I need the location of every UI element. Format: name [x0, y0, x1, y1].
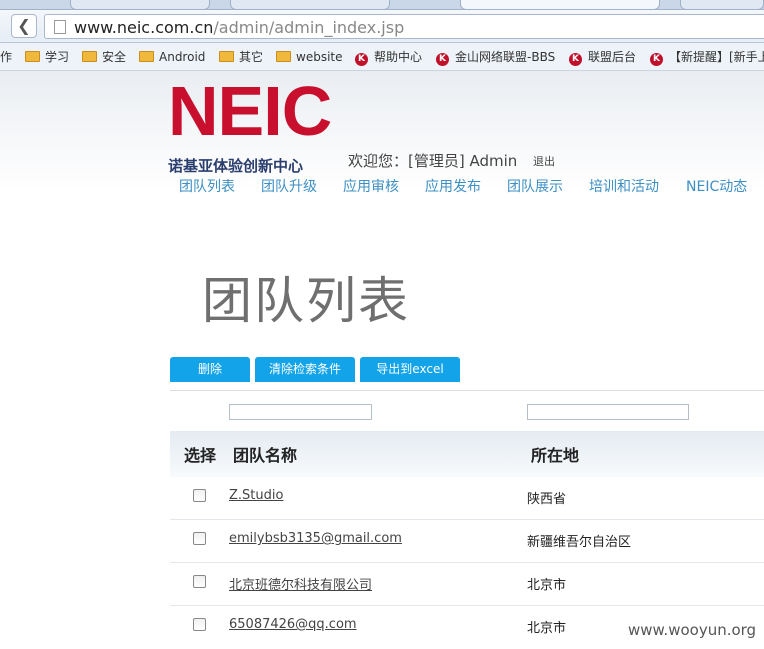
team-name-link[interactable]: Z.Studio	[229, 488, 283, 503]
bookmark-help-center[interactable]: K 帮助中心	[355, 49, 422, 66]
team-name-link[interactable]: 北京班德尔科技有限公司	[229, 574, 372, 593]
k-site-icon: K	[355, 53, 368, 66]
browser-tab[interactable]	[680, 0, 764, 10]
logout-link[interactable]: 退出	[533, 153, 555, 169]
team-location: 北京市	[527, 621, 567, 636]
browser-tab[interactable]	[70, 0, 210, 10]
export-excel-button[interactable]: 导出到excel	[360, 357, 460, 382]
k-site-icon: K	[436, 53, 449, 66]
nav-app-review[interactable]: 应用审核	[343, 176, 399, 196]
row-checkbox[interactable]	[193, 489, 206, 502]
column-header-location[interactable]: 所在地	[531, 442, 579, 466]
bookmark-folder-security[interactable]: 安全	[82, 49, 126, 65]
logo-subtitle: 诺基亚体验创新中心	[168, 157, 304, 175]
bookmark-folder-other[interactable]: 其它	[219, 49, 263, 65]
page-content: NEIC 诺基亚体验创新中心 欢迎您：[管理员] Admin 退出 团队列表 团…	[0, 71, 764, 639]
neic-logo[interactable]: NEIC 诺基亚体验创新中心	[168, 76, 332, 175]
folder-icon	[82, 51, 97, 62]
folder-icon	[139, 51, 154, 62]
k-site-icon: K	[650, 53, 663, 66]
team-name-link[interactable]: emilybsb3135@gmail.com	[229, 531, 402, 546]
table-row: emilybsb3135@gmail.com 新疆维吾尔自治区	[170, 520, 764, 563]
divider	[170, 390, 764, 391]
browser-tab[interactable]	[230, 0, 390, 10]
folder-icon	[25, 51, 40, 62]
row-checkbox[interactable]	[193, 532, 206, 545]
row-checkbox[interactable]	[193, 575, 206, 588]
welcome-text: 欢迎您：[管理员] Admin	[348, 152, 518, 170]
team-name-link[interactable]: 65087426@qq.com	[229, 617, 357, 632]
row-checkbox[interactable]	[193, 618, 206, 631]
location-filter-input[interactable]	[527, 404, 689, 420]
browser-tab-active[interactable]	[460, 0, 660, 10]
k-site-icon: K	[569, 53, 582, 66]
address-toolbar: ❮ www.neic.com.cn/admin/admin_index.jsp	[0, 10, 764, 43]
nav-team-upgrade[interactable]: 团队升级	[261, 176, 317, 196]
nav-team-list[interactable]: 团队列表	[179, 176, 235, 196]
team-location: 陕西省	[527, 492, 567, 507]
team-location: 北京市	[527, 578, 567, 593]
url-bar[interactable]: www.neic.com.cn/admin/admin_index.jsp	[44, 14, 764, 39]
column-header-team-name[interactable]: 团队名称	[233, 442, 297, 466]
table-row: Z.Studio 陕西省	[170, 477, 764, 520]
clear-filters-button[interactable]: 清除检索条件	[255, 357, 355, 382]
tab-strip	[0, 0, 764, 10]
bookmark-bbs[interactable]: K 金山网络联盟-BBS	[436, 49, 555, 66]
page-title: 团队列表	[202, 272, 410, 330]
folder-icon	[219, 51, 234, 62]
nav-neic-news[interactable]: NEIC动态	[686, 176, 747, 196]
bookmark-item[interactable]: 作	[0, 49, 12, 65]
back-button[interactable]: ❮	[11, 14, 37, 38]
team-location: 新疆维吾尔自治区	[527, 535, 632, 550]
nav-app-publish[interactable]: 应用发布	[425, 176, 481, 196]
nav-training-events[interactable]: 培训和活动	[589, 176, 659, 196]
bookmark-admin[interactable]: K 联盟后台	[569, 49, 636, 66]
bookmark-folder-android[interactable]: Android	[139, 49, 205, 65]
nav-team-showcase[interactable]: 团队展示	[507, 176, 563, 196]
watermark: www.wooyun.org	[628, 621, 757, 639]
bookmark-folder-study[interactable]: 学习	[25, 49, 69, 65]
logo-text: NEIC	[168, 72, 332, 150]
folder-icon	[276, 51, 291, 62]
column-header-select: 选择	[184, 446, 217, 465]
bookmark-folder-website[interactable]: website	[276, 49, 343, 65]
page-icon	[54, 20, 66, 34]
team-name-filter-input[interactable]	[229, 404, 372, 420]
delete-button[interactable]: 删除	[170, 357, 250, 382]
bookmark-reminder[interactable]: K 【新提醒】[新手上	[650, 49, 764, 66]
bookmarks-bar: 作 学习 安全 Android 其它 website K 帮助中心 K 金山网络联盟…	[0, 43, 764, 71]
url-text: www.neic.com.cn/admin/admin_index.jsp	[74, 18, 405, 37]
table-row: 北京班德尔科技有限公司 北京市	[170, 563, 764, 606]
